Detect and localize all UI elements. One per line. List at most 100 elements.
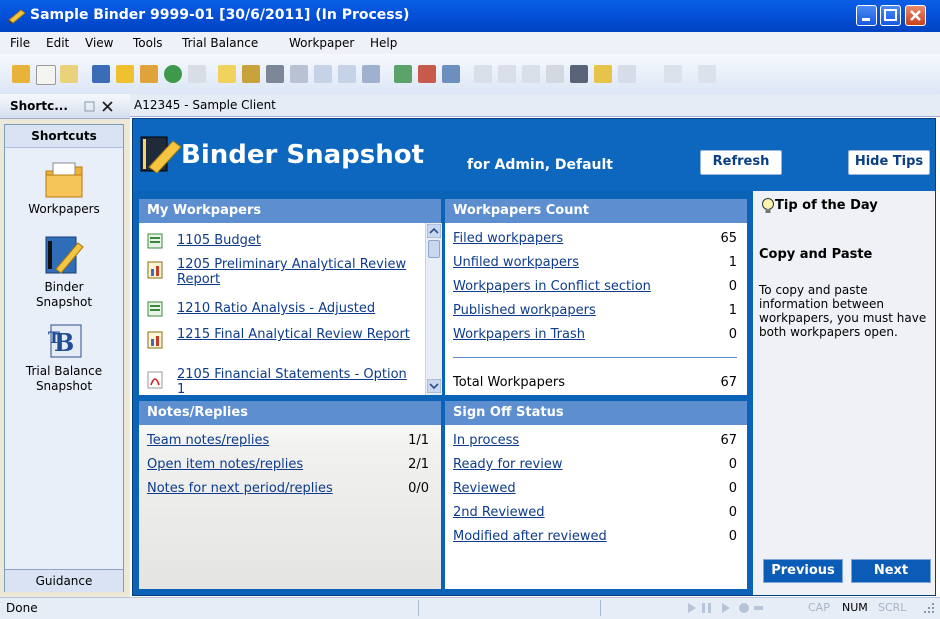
shortcut-workpapers[interactable]: Workpapers [5, 161, 123, 216]
filed-workpapers-link[interactable]: Filed workpapers [453, 231, 563, 246]
refresh-icon[interactable] [442, 65, 460, 83]
status-divider [418, 600, 419, 616]
lock-icon[interactable] [498, 65, 516, 83]
print-icon[interactable] [266, 65, 284, 83]
window-icon[interactable] [664, 65, 682, 83]
toolbar [0, 54, 940, 95]
scroll-down-icon[interactable] [427, 379, 441, 393]
tb-icon[interactable] [92, 65, 110, 83]
pin-icon[interactable] [84, 101, 95, 112]
previous-tip-button[interactable]: Previous [763, 559, 843, 583]
main-area: A12345 - Sample Client Binder Snapshot f… [130, 94, 940, 597]
menu-tools[interactable]: Tools [133, 36, 163, 50]
edit-icon[interactable] [618, 65, 636, 83]
workpaper-link-1210[interactable]: 1210 Ratio Analysis - Adjusted [177, 301, 375, 316]
copy-icon[interactable] [314, 65, 332, 83]
report-icon[interactable] [242, 65, 260, 83]
chain-icon[interactable] [570, 65, 588, 83]
total-workpapers-label: Total Workpapers [453, 375, 565, 390]
open-item-notes-link[interactable]: Open item notes/replies [147, 457, 303, 472]
binder-snapshot-icon[interactable] [594, 65, 612, 83]
shortcut-binder-snapshot-label: Binder Snapshot [35, 280, 93, 309]
menu-view[interactable]: View [85, 36, 113, 50]
workpaper-link-1215[interactable]: 1215 Final Analytical Review Report [177, 327, 417, 342]
shortcut-workpapers-label: Workpapers [28, 202, 100, 216]
trash-workpapers-link[interactable]: Workpapers in Trash [453, 327, 585, 342]
refresh-button[interactable]: Refresh [700, 150, 782, 175]
tip-of-the-day-panel: Tip of the Day Copy and Paste To copy an… [753, 191, 935, 595]
workpapers-count-panel: Workpapers Count Filed workpapers 65 Unf… [445, 199, 747, 395]
binder-icon[interactable] [116, 65, 134, 83]
status-text: Done [6, 601, 38, 615]
snapshot-header: Binder Snapshot for Admin, Default Refre… [133, 119, 935, 191]
workpaper-link-2105[interactable]: 2105 Financial Statements - Option 1 [177, 367, 417, 393]
toolbar-extra-icon[interactable] [698, 65, 716, 83]
hide-tips-button[interactable]: Hide Tips [848, 150, 930, 175]
unfiled-workpapers-link[interactable]: Unfiled workpapers [453, 255, 579, 270]
lightbulb-icon [762, 198, 774, 213]
client-tab[interactable]: A12345 - Sample Client [134, 98, 276, 112]
scroll-up-icon[interactable] [427, 224, 441, 238]
paste-icon[interactable] [338, 65, 356, 83]
modified-after-reviewed-count: 0 [728, 529, 737, 544]
title-bar[interactable]: Sample Binder 9999-01 [30/6/2011] (In Pr… [0, 0, 940, 32]
send-icon[interactable] [188, 65, 206, 83]
media-controls [684, 600, 764, 616]
close-pane-icon[interactable] [102, 101, 113, 112]
shortcut-trial-balance-snapshot[interactable]: B T Trial Balance Snapshot [5, 321, 123, 394]
cut-icon[interactable] [290, 65, 308, 83]
tip-title: Tip of the Day [775, 198, 878, 213]
link-icon[interactable] [546, 65, 564, 83]
team-notes-link[interactable]: Team notes/replies [147, 433, 269, 448]
reviewed-link[interactable]: Reviewed [453, 481, 516, 496]
binder-open-icon[interactable] [140, 65, 158, 83]
menu-edit[interactable]: Edit [46, 36, 69, 50]
next-period-notes-count: 0/0 [408, 481, 429, 496]
workpaper-link-1205[interactable]: 1205 Preliminary Analytical Review Repor… [177, 257, 417, 287]
maximize-button[interactable] [880, 5, 901, 26]
sync-icon[interactable] [164, 65, 182, 83]
new-document-icon[interactable] [36, 65, 56, 85]
menu-trial-balance[interactable]: Trial Balance [182, 36, 258, 50]
binder-app-icon [8, 9, 26, 24]
workpaper-link-1105[interactable]: 1105 Budget [177, 233, 261, 248]
total-divider [453, 357, 737, 358]
next-period-notes-link[interactable]: Notes for next period/replies [147, 481, 333, 496]
in-process-link[interactable]: In process [453, 433, 519, 448]
second-reviewed-link[interactable]: 2nd Reviewed [453, 505, 545, 520]
in-process-count: 67 [720, 433, 737, 448]
my-workpapers-scrollbar[interactable] [425, 223, 442, 395]
add-tickmark-icon[interactable] [394, 65, 412, 83]
new-binder-icon[interactable] [12, 65, 30, 83]
close-button[interactable] [905, 5, 926, 26]
num-lock-indicator: NUM [842, 601, 868, 614]
resize-grip-icon[interactable] [922, 603, 936, 615]
signoff-icon[interactable] [474, 65, 492, 83]
modified-after-reviewed-link[interactable]: Modified after reviewed [453, 529, 607, 544]
my-workpapers-panel: My Workpapers 1105 Budget 1205 Prelimina… [139, 199, 442, 395]
minimize-button[interactable] [856, 5, 877, 26]
menu-help[interactable]: Help [370, 36, 397, 50]
published-workpapers-link[interactable]: Published workpapers [453, 303, 596, 318]
remove-tickmark-icon[interactable] [418, 65, 436, 83]
folder-open-icon[interactable] [218, 65, 236, 83]
menu-workpaper[interactable]: Workpaper [289, 36, 354, 50]
properties-icon[interactable] [362, 65, 380, 83]
tip-heading: Copy and Paste [759, 247, 873, 262]
guidance-button[interactable]: Guidance [5, 569, 123, 592]
scroll-thumb[interactable] [428, 240, 440, 258]
snapshot-title: Binder Snapshot [181, 140, 425, 170]
shortcut-binder-snapshot[interactable]: Binder Snapshot [5, 233, 123, 310]
conflict-workpapers-link[interactable]: Workpapers in Conflict section [453, 279, 651, 294]
ready-for-review-link[interactable]: Ready for review [453, 457, 563, 472]
scroll-lock-indicator: SCRL [878, 601, 907, 614]
open-document-icon[interactable] [60, 65, 78, 83]
next-tip-button[interactable]: Next [851, 559, 931, 583]
notes-panel: Notes/Replies Team notes/replies 1/1 Ope… [139, 401, 441, 589]
menu-file[interactable]: File [10, 36, 30, 50]
unlock-icon[interactable] [522, 65, 540, 83]
total-workpapers-count: 67 [720, 375, 737, 390]
team-notes-count: 1/1 [408, 433, 429, 448]
window-title: Sample Binder 9999-01 [30/6/2011] (In Pr… [30, 7, 410, 23]
ready-for-review-count: 0 [728, 457, 737, 472]
